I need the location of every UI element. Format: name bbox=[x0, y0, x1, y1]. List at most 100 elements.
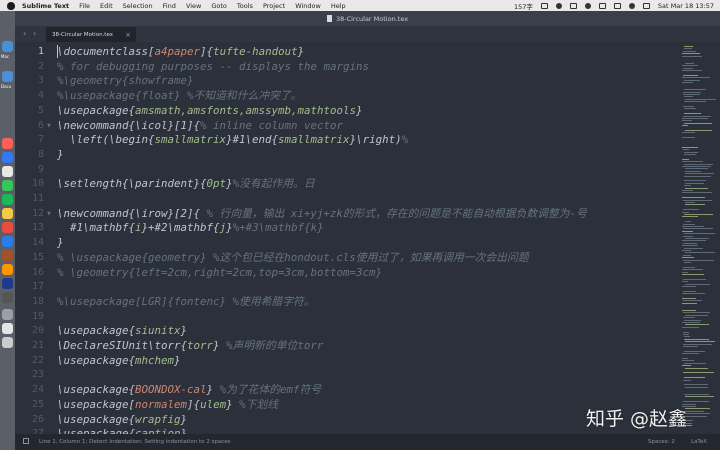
menu-app-name[interactable]: Sublime Text bbox=[22, 2, 69, 10]
menu-file[interactable]: File bbox=[79, 2, 90, 10]
code-editor[interactable]: \documentclass[a4paper]{tufte-handout}% … bbox=[52, 42, 679, 434]
fold-arrow-icon[interactable]: ▼ bbox=[47, 123, 51, 129]
code-line[interactable]: \newcommand{\irow}[2]{ % 行向量，输出 xi+yj+zk… bbox=[57, 207, 587, 222]
minimap-line bbox=[684, 122, 712, 124]
minimap-line bbox=[685, 204, 705, 206]
minimap[interactable] bbox=[679, 42, 720, 434]
app-icon[interactable] bbox=[2, 264, 13, 275]
code-line[interactable]: % \usepackage{geometry} %这个包已经在hondout.c… bbox=[57, 251, 529, 266]
close-icon[interactable]: × bbox=[125, 31, 131, 39]
code-line[interactable]: \usepackage{amsmath,amsfonts,amssymb,mat… bbox=[57, 104, 363, 119]
code-token: }+#2\mathbf{ bbox=[141, 221, 220, 235]
code-line[interactable]: %\usepackage{float} %不知道和什么冲突了。 bbox=[57, 89, 301, 104]
code-line[interactable]: \usepackage[normalem]{ulem} %下划线 bbox=[57, 398, 278, 413]
minimap-line bbox=[684, 46, 693, 47]
code-token: %为了花体的emf符号 bbox=[219, 383, 322, 397]
menu-find[interactable]: Find bbox=[163, 2, 176, 10]
minimap-line bbox=[684, 415, 707, 417]
code-line[interactable]: #1\mathbf{i}+#2\mathbf{j}%+#3\mathbf{k} bbox=[57, 221, 324, 236]
code-line[interactable]: %\geometry{showframe} bbox=[57, 74, 194, 89]
minimap-line bbox=[685, 170, 701, 172]
line-number-gutter: 1 2 3 4 5 6 ▼ 7 8 9 10 11 12 ▼ 13 14 15 16 17 18 19 20 21 22 23 2… bbox=[15, 42, 52, 439]
screen-icon[interactable] bbox=[569, 2, 577, 9]
minimap-line bbox=[683, 259, 714, 261]
trash-icon[interactable] bbox=[2, 337, 13, 348]
app-icon[interactable] bbox=[2, 292, 13, 303]
app-icon[interactable] bbox=[2, 250, 13, 261]
code-token: % for debugging purposes -- displays the… bbox=[57, 59, 370, 73]
notes-icon[interactable] bbox=[2, 208, 13, 219]
fold-arrow-icon[interactable]: ▼ bbox=[47, 211, 51, 217]
menu-help[interactable]: Help bbox=[331, 2, 346, 10]
minimap-line bbox=[685, 386, 708, 388]
wifi-icon[interactable] bbox=[598, 2, 606, 9]
chevron-left-icon[interactable]: ‹ bbox=[23, 29, 26, 38]
app-store-icon[interactable] bbox=[2, 152, 13, 163]
menu-window[interactable]: Window bbox=[295, 2, 321, 10]
app-icon[interactable] bbox=[2, 236, 13, 247]
battery-icon[interactable] bbox=[613, 2, 621, 9]
record-icon[interactable] bbox=[584, 2, 591, 9]
chevron-right-icon[interactable]: › bbox=[33, 29, 36, 38]
code-token: \usepackage bbox=[57, 103, 129, 117]
minimap-line bbox=[682, 158, 689, 160]
system-preferences-icon[interactable] bbox=[2, 309, 13, 320]
control-center-icon[interactable] bbox=[642, 2, 650, 9]
code-token: } bbox=[180, 412, 188, 426]
menu-view[interactable]: View bbox=[186, 2, 201, 10]
safari-icon[interactable] bbox=[2, 166, 13, 177]
app-icon[interactable] bbox=[2, 222, 13, 233]
clock[interactable]: Sat Mar 18 13:57 bbox=[658, 2, 714, 10]
line-number: 17 bbox=[31, 281, 44, 293]
syntax-selector[interactable]: LaTeX bbox=[691, 439, 707, 445]
photoshop-icon[interactable] bbox=[2, 278, 13, 289]
menu-edit[interactable]: Edit bbox=[100, 2, 113, 10]
code-line[interactable]: \usepackage{siunitx} bbox=[57, 324, 187, 339]
menu-project[interactable]: Project bbox=[263, 2, 285, 10]
apple-icon[interactable] bbox=[7, 1, 15, 10]
window-title-bar: 38-Circular Motion.tex bbox=[15, 11, 720, 26]
code-line[interactable]: \newcommand{\icol}[1]{% inline column ve… bbox=[57, 119, 343, 134]
code-line[interactable]: \documentclass[a4paper]{tufte-handout} bbox=[57, 45, 304, 60]
search-icon[interactable] bbox=[628, 2, 635, 9]
minimap-line bbox=[684, 180, 706, 182]
code-token: smallmatrix bbox=[278, 133, 350, 147]
code-token: \usepackage bbox=[57, 324, 129, 338]
code-token: } bbox=[226, 397, 240, 411]
folder-icon[interactable] bbox=[2, 71, 13, 82]
code-line[interactable]: \setlength{\parindent}{0pt}%没有起作用。日 bbox=[57, 177, 315, 192]
app-icon[interactable] bbox=[2, 323, 13, 334]
code-line[interactable]: \left(\begin{smallmatrix}#1\end{smallmat… bbox=[57, 133, 408, 148]
app-icon[interactable] bbox=[2, 138, 13, 149]
menu-selection[interactable]: Selection bbox=[123, 2, 153, 10]
code-line[interactable]: } bbox=[57, 236, 64, 251]
code-token: }\right) bbox=[349, 133, 402, 147]
circle-icon[interactable] bbox=[555, 2, 562, 9]
menu-tools[interactable]: Tools bbox=[237, 2, 253, 10]
code-line[interactable]: %\usepackage[LGR]{fontenc} %使用希腊字符。 bbox=[57, 295, 315, 310]
panel-toggle-icon[interactable] bbox=[23, 438, 29, 444]
word-count-status[interactable]: 157字 bbox=[514, 1, 533, 11]
minimap-line bbox=[684, 175, 711, 177]
code-line[interactable]: } bbox=[57, 148, 64, 163]
minimap-line bbox=[685, 396, 714, 398]
minimap-line bbox=[684, 377, 705, 379]
indentation-setting[interactable]: Spaces: 2 bbox=[648, 439, 675, 445]
code-token: \usepackage bbox=[57, 412, 129, 426]
messages-icon[interactable] bbox=[2, 180, 13, 191]
wechat-icon[interactable] bbox=[2, 194, 13, 205]
code-line[interactable]: \usepackage{mhchem} bbox=[57, 354, 181, 369]
folder-icon[interactable] bbox=[2, 41, 13, 52]
minimap-line bbox=[685, 408, 710, 410]
code-line[interactable]: \usepackage{caption} bbox=[57, 427, 187, 434]
code-line[interactable]: % for debugging purposes -- displays the… bbox=[57, 60, 369, 75]
minimap-line bbox=[682, 226, 704, 227]
tab-file[interactable]: 38-Circular Motion.tex × bbox=[46, 27, 136, 42]
code-line[interactable]: % \geometry{left=2cm,right=2cm,top=3cm,b… bbox=[57, 266, 382, 281]
code-line[interactable]: \usepackage{BOONDOX-cal} %为了花体的emf符号 bbox=[57, 383, 321, 398]
code-line[interactable]: \usepackage{wrapfig} bbox=[57, 413, 187, 428]
minimap-line bbox=[684, 384, 708, 386]
code-line[interactable]: \DeclareSIUnit\torr{torr} %声明新的单位torr bbox=[57, 339, 323, 354]
display-icon[interactable] bbox=[540, 2, 548, 9]
menu-goto[interactable]: Goto bbox=[211, 2, 227, 10]
